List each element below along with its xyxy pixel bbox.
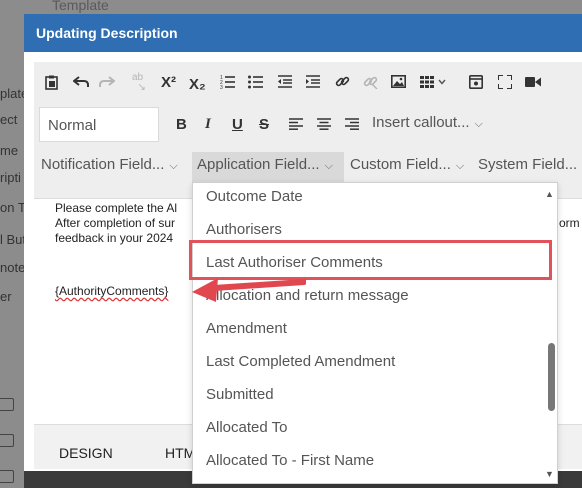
scroll-down-icon[interactable]: ▼ <box>545 469 554 479</box>
list-item[interactable]: Submitted <box>206 386 274 403</box>
tab-design[interactable]: DESIGN <box>59 445 113 461</box>
superscript-icon[interactable]: X² <box>161 75 176 90</box>
list-item[interactable]: Amendment <box>206 320 287 337</box>
video-icon[interactable] <box>525 76 541 90</box>
dialog-title: Updating Description <box>24 14 582 52</box>
fullscreen-icon[interactable] <box>497 74 513 91</box>
folder-icon <box>0 470 14 483</box>
tab-html[interactable]: HTM <box>165 445 195 461</box>
insert-callout-dropdown[interactable]: Insert callout... ⌵ <box>372 114 483 131</box>
underline-button[interactable]: U <box>232 117 243 132</box>
list-item[interactable]: Allocated To <box>206 419 287 436</box>
notification-fields-dropdown[interactable]: Notification Field... ⌵ <box>41 156 178 173</box>
bg-side-item: er <box>0 289 12 304</box>
bg-side-item: ect <box>0 112 18 127</box>
folder-icon <box>0 434 14 447</box>
bg-side-item: note <box>0 260 26 275</box>
folder-icon <box>0 398 14 411</box>
image-icon[interactable] <box>391 75 406 90</box>
custom-fields-label: Custom Field... <box>350 156 451 173</box>
chevron-down-icon: ⌵ <box>324 160 333 172</box>
system-fields-dropdown[interactable]: System Field... <box>478 156 577 173</box>
indent-icon[interactable] <box>306 75 320 90</box>
template-label: Template <box>52 0 109 13</box>
outdent-icon[interactable] <box>278 75 292 90</box>
custom-fields-dropdown[interactable]: Custom Field... ⌵ <box>350 156 464 173</box>
application-fields-list[interactable]: Outcome Date Authorisers Last Authoriser… <box>192 182 558 484</box>
format-select[interactable]: Normal <box>39 107 159 142</box>
unordered-list-icon[interactable] <box>248 74 263 91</box>
chevron-down-icon: ⌵ <box>455 160 465 172</box>
application-fields-dropdown[interactable]: Application Field... ⌵ <box>197 156 333 173</box>
undo-icon[interactable] <box>72 75 89 91</box>
list-item[interactable]: Outcome Date <box>206 188 303 205</box>
notification-fields-label: Notification Field... <box>41 156 165 173</box>
table-icon[interactable] <box>420 76 446 90</box>
arrow-annotation-icon <box>192 278 306 302</box>
list-item[interactable]: Last Completed Amendment <box>206 353 395 370</box>
strikethrough-button[interactable]: S <box>259 117 269 132</box>
chevron-down-icon: ⌵ <box>474 118 483 130</box>
chevron-down-icon: ⌵ <box>169 160 178 172</box>
align-right-icon[interactable] <box>345 118 359 132</box>
svg-text:3: 3 <box>220 85 223 89</box>
spellcheck-icon[interactable]: ab ↘ <box>132 73 146 93</box>
ordered-list-icon[interactable]: 123 <box>220 74 235 91</box>
list-item[interactable]: Allocated To - First Name <box>206 452 374 469</box>
unlink-icon[interactable] <box>363 74 378 91</box>
editor-line-fragment: orm <box>559 216 580 230</box>
insert-callout-label: Insert callout... <box>372 114 470 131</box>
bg-side-item: me <box>0 143 19 158</box>
application-fields-label: Application Field... <box>197 156 320 173</box>
link-icon[interactable] <box>335 74 350 91</box>
bg-side-item: ripti <box>0 170 21 185</box>
scrollbar-thumb[interactable] <box>548 343 555 411</box>
redo-icon[interactable] <box>99 75 116 91</box>
align-left-icon[interactable] <box>289 118 303 132</box>
system-fields-label: System Field... <box>478 156 578 173</box>
list-item[interactable]: Authorisers <box>206 221 282 238</box>
bg-side-item: l But <box>0 232 27 247</box>
align-center-icon[interactable] <box>317 118 331 132</box>
scroll-up-icon[interactable]: ▲ <box>545 189 554 199</box>
authority-comments-token[interactable]: {AuthorityComments} <box>55 284 168 298</box>
italic-button[interactable]: I <box>205 117 211 132</box>
bold-button[interactable]: B <box>176 117 187 132</box>
source-icon[interactable] <box>469 75 483 91</box>
subscript-icon[interactable]: X₂ <box>189 77 206 92</box>
paste-icon[interactable] <box>45 75 58 92</box>
